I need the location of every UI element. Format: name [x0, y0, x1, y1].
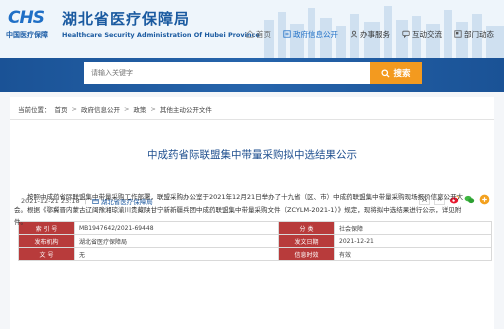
- info-label: 文 号: [18, 247, 75, 261]
- article-body: 按照中成药省际联盟集中带量采购工作部署，联盟采购办公室于2021年12月21日举…: [14, 191, 472, 229]
- site-title-en: Healthcare Security Administration Of Hu…: [62, 31, 260, 39]
- table-row: 文 号 无 信息时效 有效: [18, 247, 492, 261]
- breadcrumb: 当前位置： 首页 > 政府信息公开 > 政策 > 其他主动公开文件: [18, 104, 212, 114]
- nav-label: 部门动态: [464, 29, 494, 39]
- breadcrumb-prefix: 当前位置：: [18, 106, 51, 114]
- home-icon: [246, 30, 254, 38]
- main-nav: 首页 政府信息公开 办事服务 互动交流 部门动态: [240, 27, 500, 41]
- breadcrumb-separator: >: [71, 105, 77, 113]
- nav-label: 首页: [256, 29, 271, 39]
- chat-icon: [402, 30, 410, 38]
- nav-label: 互动交流: [412, 29, 442, 39]
- breadcrumb-separator: >: [123, 105, 130, 113]
- nav-item-gov-info[interactable]: 政府信息公开: [277, 27, 344, 41]
- site-title[interactable]: 湖北省医疗保障局: [62, 8, 190, 29]
- nav-label: 政府信息公开: [293, 29, 338, 39]
- breadcrumb-policy[interactable]: 政策: [133, 104, 146, 114]
- breadcrumb-home[interactable]: 首页: [55, 104, 68, 114]
- info-value: 2021-12-21: [334, 234, 492, 248]
- info-value: 无: [74, 247, 279, 261]
- info-label: 发布机构: [18, 234, 75, 248]
- search-button[interactable]: 搜索: [370, 62, 422, 84]
- search-icon: [381, 68, 391, 78]
- nav-item-home[interactable]: 首页: [240, 27, 277, 41]
- article-title: 中成药省际联盟集中带量采购拟中选结果公示: [147, 149, 357, 161]
- service-icon: [350, 30, 358, 38]
- table-row: 发布机构 湖北省医疗保障局 发文日期 2021-12-21: [18, 234, 492, 248]
- news-icon: [454, 30, 462, 38]
- nav-item-news[interactable]: 部门动态: [448, 27, 500, 41]
- search-input[interactable]: [84, 62, 370, 84]
- info-value: 湖北省医疗保障局: [74, 234, 279, 248]
- divider: [10, 119, 494, 120]
- nav-item-interaction[interactable]: 互动交流: [396, 27, 448, 41]
- search-button-label: 搜索: [393, 69, 411, 79]
- more-share-icon[interactable]: [479, 194, 490, 205]
- chs-logo[interactable]: CHS: [8, 8, 56, 28]
- breadcrumb-other-files[interactable]: 其他主动公开文件: [160, 104, 212, 114]
- article-paragraph: 按照中成药省际联盟集中带量采购工作部署，联盟采购办公室于2021年12月21日举…: [14, 193, 464, 226]
- info-icon: [283, 30, 291, 38]
- breadcrumb-separator: >: [150, 105, 156, 113]
- info-label: 发文日期: [278, 234, 335, 248]
- info-value: 有效: [334, 247, 492, 261]
- info-label: 信息时效: [278, 247, 335, 261]
- breadcrumb-gov-info[interactable]: 政府信息公开: [81, 104, 120, 114]
- logo-subtitle: 中国医疗保障: [6, 31, 48, 39]
- nav-item-service[interactable]: 办事服务: [344, 27, 396, 41]
- site-header: CHS 中国医疗保障 湖北省医疗保障局 Healthcare Security …: [0, 0, 504, 58]
- nav-label: 办事服务: [360, 29, 390, 39]
